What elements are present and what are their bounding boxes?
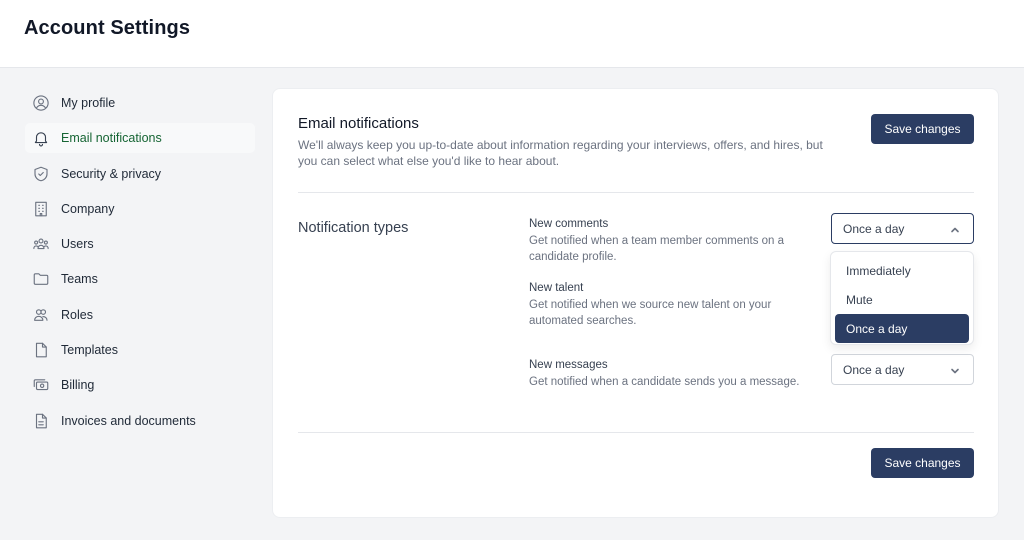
- notification-types-label: Notification types: [298, 220, 409, 236]
- shield-icon: [32, 165, 50, 183]
- user-circle-icon: [32, 94, 50, 112]
- section-title: Email notifications: [298, 115, 419, 132]
- sidebar-item-users[interactable]: Users: [24, 228, 256, 260]
- save-changes-button[interactable]: Save changes: [871, 114, 974, 144]
- save-changes-button[interactable]: Save changes: [871, 448, 974, 478]
- document-text-icon: [32, 412, 50, 430]
- notification-description: Get notified when a team member comments…: [529, 235, 785, 263]
- cash-icon: [32, 376, 50, 394]
- sidebar-item-teams[interactable]: Teams: [24, 263, 256, 295]
- dropdown-option-immediately[interactable]: Immediately: [835, 256, 969, 285]
- bell-icon: [32, 129, 50, 147]
- dropdown-option-once-a-day[interactable]: Once a day: [835, 314, 969, 343]
- page-title: Account Settings: [24, 17, 191, 39]
- sidebar-item-billing[interactable]: Billing: [24, 369, 256, 401]
- sidebar-item-label: Teams: [61, 272, 98, 287]
- chevron-up-icon: [949, 223, 961, 235]
- section-description: We'll always keep you up-to-date about i…: [298, 138, 823, 168]
- notification-title: New messages: [529, 359, 608, 371]
- divider: [298, 432, 974, 433]
- sidebar-item-label: Roles: [61, 307, 93, 322]
- sidebar-item-label: Templates: [61, 343, 118, 358]
- settings-sidebar: My profile Email notifications Security …: [24, 87, 256, 440]
- user-group-icon: [32, 306, 50, 324]
- notification-new-talent: New talent Get notified when we source n…: [529, 282, 809, 329]
- sidebar-item-label: Users: [61, 237, 94, 252]
- new-messages-frequency-select[interactable]: Once a day: [831, 354, 974, 385]
- chevron-down-icon: [949, 364, 961, 376]
- sidebar-item-label: Invoices and documents: [61, 413, 196, 428]
- folder-icon: [32, 270, 50, 288]
- document-icon: [32, 341, 50, 359]
- frequency-dropdown-menu: Immediately Mute Once a day: [830, 251, 974, 345]
- new-comments-frequency-select[interactable]: Once a day: [831, 213, 974, 244]
- notification-description: Get notified when a candidate sends you …: [529, 376, 800, 388]
- building-icon: [32, 200, 50, 218]
- dropdown-option-mute[interactable]: Mute: [835, 285, 969, 314]
- sidebar-item-label: Company: [61, 201, 115, 216]
- sidebar-item-label: Security & privacy: [61, 166, 162, 181]
- email-notifications-card: Email notifications We'll always keep yo…: [272, 88, 999, 518]
- notification-title: New talent: [529, 282, 584, 294]
- sidebar-item-email-notifications[interactable]: Email notifications: [24, 122, 256, 155]
- sidebar-item-label: Billing: [61, 378, 95, 393]
- notification-title: New comments: [529, 218, 609, 230]
- notification-new-comments: New comments Get notified when a team me…: [529, 218, 809, 265]
- sidebar-item-roles[interactable]: Roles: [24, 299, 256, 331]
- sidebar-item-label: Email notifications: [61, 131, 162, 146]
- sidebar-item-company[interactable]: Company: [24, 193, 256, 225]
- top-bar: Account Settings: [0, 0, 1024, 68]
- notification-new-messages: New messages Get notified when a candida…: [529, 359, 809, 390]
- select-value: Once a day: [843, 221, 905, 236]
- select-value: Once a day: [843, 362, 905, 377]
- sidebar-item-templates[interactable]: Templates: [24, 334, 256, 366]
- sidebar-item-security-privacy[interactable]: Security & privacy: [24, 158, 256, 190]
- sidebar-item-label: My profile: [61, 96, 116, 110]
- users-icon: [32, 235, 50, 253]
- sidebar-item-invoices-documents[interactable]: Invoices and documents: [24, 405, 256, 437]
- sidebar-item-my-profile[interactable]: My profile: [24, 87, 256, 119]
- notification-description: Get notified when we source new talent o…: [529, 299, 772, 327]
- divider: [298, 192, 974, 193]
